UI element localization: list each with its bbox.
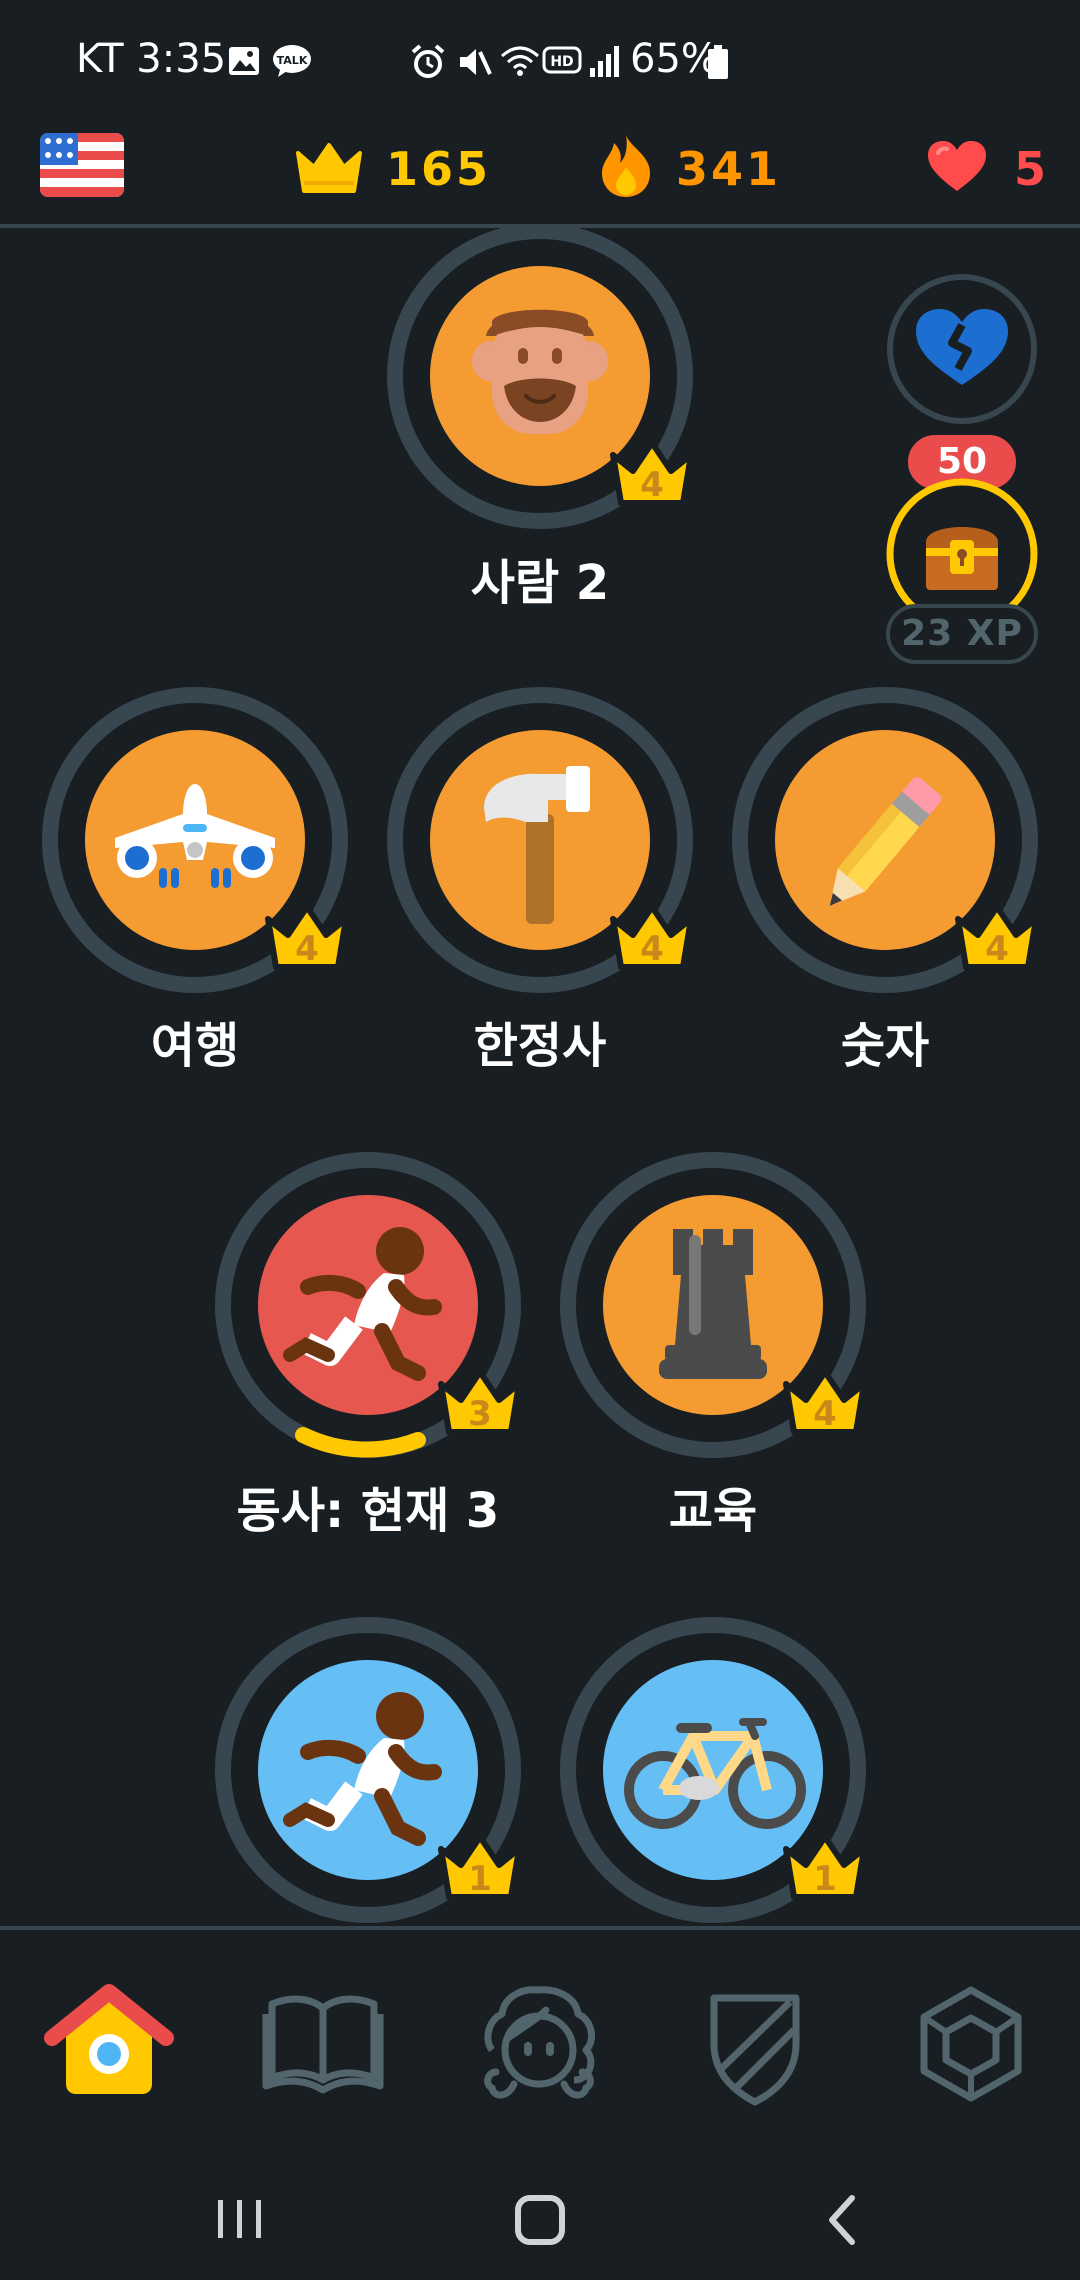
nav-stories[interactable]	[258, 1980, 388, 2100]
crown-level: 1	[813, 1859, 837, 1899]
alarm-icon	[411, 44, 445, 78]
chest-xp: 23 XP	[901, 613, 1023, 654]
skill-node-numbers[interactable]: 4	[730, 685, 1040, 995]
top-bar: 165 341 5	[0, 125, 1080, 225]
home-icon	[44, 1984, 174, 2094]
chest-xp-badge: 23 XP	[886, 604, 1038, 664]
skill-tree: 4 사람 2 50 23 XP 4 여행 4 한정사 4 숫자 3 동사: 현재…	[0, 228, 1080, 1928]
vibrate-mute-icon	[460, 49, 492, 75]
nav-leagues[interactable]	[690, 1980, 820, 2110]
nav-home[interactable]	[44, 1980, 174, 2100]
broken-heart-icon	[916, 309, 1008, 385]
crown-level: 4	[813, 1394, 837, 1434]
hd-voice-icon: HD	[542, 46, 582, 74]
carrier-time: KT 3:35	[76, 36, 227, 82]
kakaotalk-icon: TALK	[273, 45, 311, 77]
skill-node-verbs-present-3[interactable]: 3	[213, 1150, 523, 1460]
battery-icon	[708, 45, 728, 79]
home-square-icon	[515, 2195, 565, 2245]
gallery-icon	[229, 47, 259, 75]
skill-node-travel[interactable]: 4	[40, 685, 350, 995]
svg-text:TALK: TALK	[277, 54, 308, 67]
skill-label: 동사: 현재 3	[236, 1483, 500, 1539]
us-flag-icon	[40, 133, 124, 197]
crown-level: 4	[295, 929, 319, 969]
hearts-counter[interactable]: 5	[926, 125, 1056, 205]
skill-node-people-2[interactable]: 4	[385, 228, 695, 531]
back-button[interactable]	[818, 2192, 868, 2248]
crown-level: 4	[640, 465, 664, 505]
skill-node-determiners[interactable]: 4	[385, 685, 695, 995]
skill-label: 한정사	[473, 1018, 607, 1074]
nav-profile[interactable]	[474, 1980, 604, 2110]
streak-count: 341	[676, 142, 782, 196]
skill-label: 교육	[668, 1483, 758, 1539]
xp-chest-button[interactable]: 23 XP	[884, 476, 1040, 676]
book-icon	[262, 1995, 384, 2094]
recent-apps-icon	[218, 2200, 261, 2238]
back-chevron-icon	[829, 2195, 855, 2245]
crowns-count: 165	[386, 142, 492, 196]
recent-apps-button[interactable]	[210, 2196, 270, 2242]
crown-level: 4	[985, 929, 1009, 969]
crown-level: 1	[468, 1859, 492, 1899]
skill-label: 여행	[150, 1018, 240, 1074]
course-selector[interactable]	[40, 133, 124, 197]
svg-text:HD: HD	[550, 54, 573, 70]
skill-node-bicycle[interactable]: 1	[558, 1615, 868, 1925]
crown-level: 4	[640, 929, 664, 969]
crowns-counter[interactable]: 165	[294, 125, 494, 205]
signal-icon	[590, 46, 619, 77]
crown-icon	[296, 143, 362, 193]
shield-icon	[710, 1994, 800, 2106]
skill-node-running[interactable]: 1	[213, 1615, 523, 1925]
skill-node-education[interactable]: 4	[558, 1150, 868, 1460]
skill-label: 숫자	[840, 1018, 930, 1074]
heart-icon	[928, 141, 986, 191]
avatar-icon	[484, 1986, 596, 2099]
streak-counter[interactable]: 341	[598, 125, 798, 205]
hexagon-icon	[920, 1986, 1022, 2102]
bottom-nav	[0, 1930, 1080, 2140]
status-bar: KT 3:35 TALK HD 65%	[0, 0, 1080, 125]
hearts-count: 5	[1014, 142, 1047, 196]
flame-icon	[602, 135, 650, 197]
home-button[interactable]	[512, 2192, 568, 2248]
treasure-chest-icon	[926, 527, 998, 590]
heart-refill-button[interactable]: 50	[884, 271, 1040, 493]
crown-level: 3	[468, 1394, 492, 1434]
skill-label: 사람 2	[470, 555, 610, 611]
wifi-icon	[501, 46, 539, 76]
nav-shop[interactable]	[906, 1980, 1036, 2110]
